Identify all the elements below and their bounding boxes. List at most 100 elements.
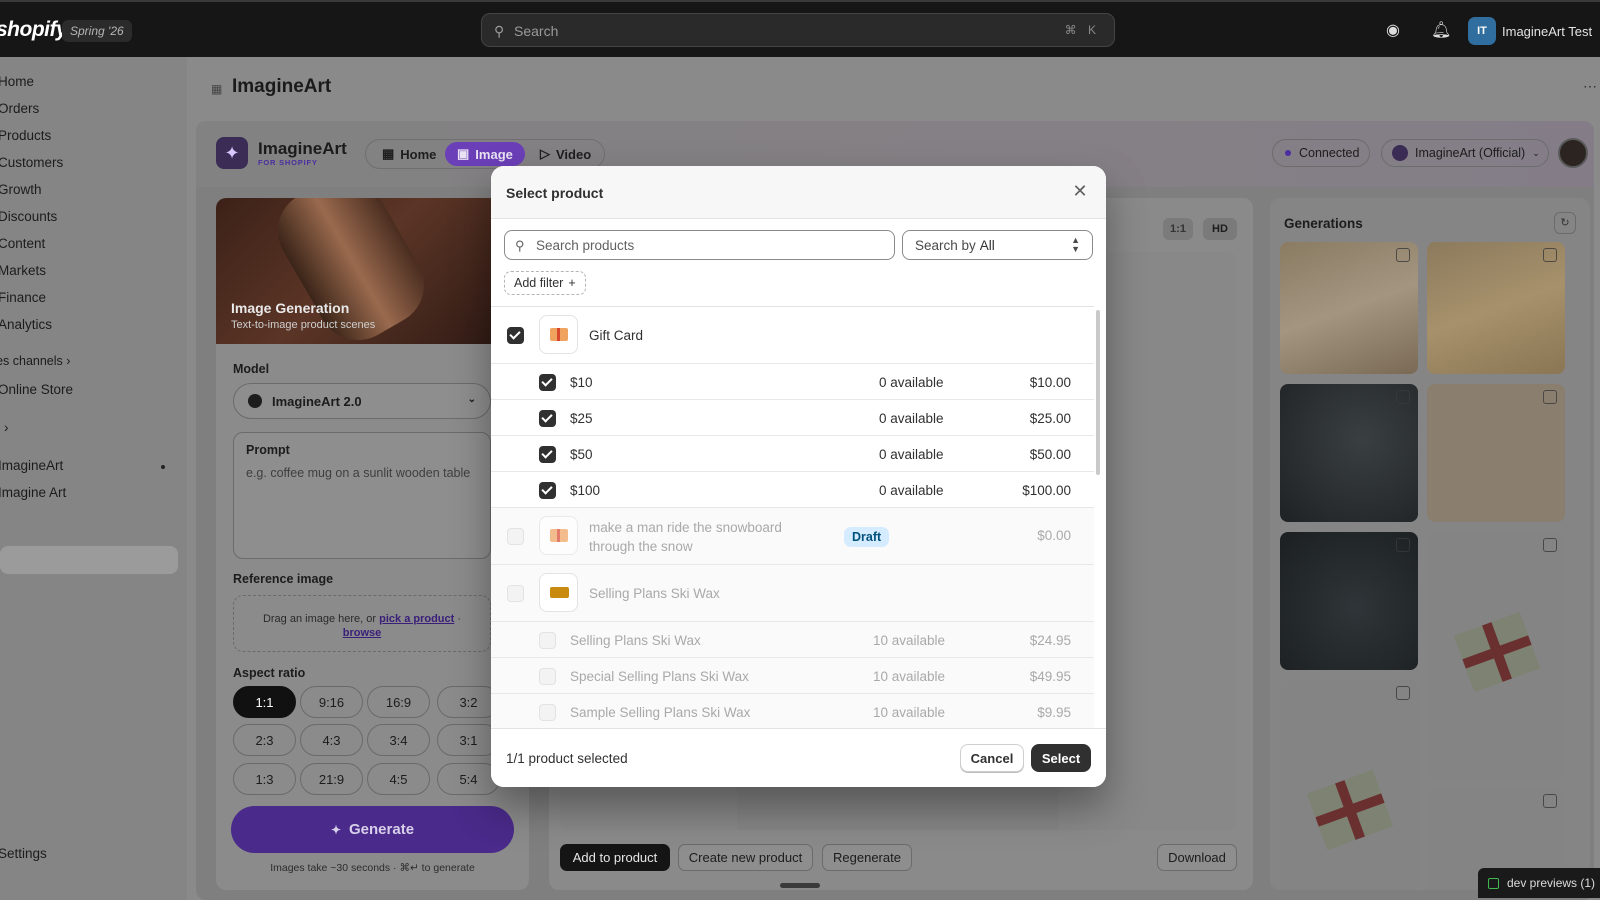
variant-name: $10 xyxy=(570,375,593,390)
selected-count: 1/1 product selected xyxy=(506,751,628,766)
product-row-gift-card[interactable]: Gift Card xyxy=(491,307,1094,364)
aspect-16-9[interactable]: 16:9 xyxy=(367,686,430,718)
variant-price: $24.95 xyxy=(1029,633,1071,648)
search-by-select[interactable]: Search by All ▲ ▼ xyxy=(902,230,1093,260)
more-icon[interactable]: ⋯ xyxy=(1583,78,1597,95)
bell-icon[interactable]: 🔔︎ xyxy=(1431,20,1451,40)
sidebar-item-growth[interactable]: Growth xyxy=(0,182,42,197)
cancel-button[interactable]: Cancel xyxy=(960,744,1024,772)
tab-video[interactable]: ▷ Video xyxy=(528,142,603,166)
sidebar-item-analytics[interactable]: Analytics xyxy=(0,317,52,332)
image-icon xyxy=(1396,538,1410,552)
sidebar-sales-channels[interactable]: Sales channels › xyxy=(0,354,70,368)
generation-thumbnail[interactable] xyxy=(1427,384,1565,522)
generation-thumbnail[interactable] xyxy=(1280,532,1418,670)
select-button[interactable]: Select xyxy=(1031,744,1091,772)
sidebar-item-imagine-art[interactable]: Imagine Art xyxy=(0,485,66,500)
product-thumbnail xyxy=(539,315,578,354)
product-checkbox xyxy=(507,528,524,545)
model-value: ImagineArt 2.0 xyxy=(272,393,362,409)
tab-video-label: Video xyxy=(556,146,592,162)
sidebar-item-customers[interactable]: Customers xyxy=(0,155,63,170)
aspect-label: Aspect ratio xyxy=(233,666,306,680)
aspect-3-4[interactable]: 3:4 xyxy=(367,724,430,756)
modal-title: Select product xyxy=(506,185,604,201)
sidebar-item-home[interactable]: Home xyxy=(0,74,34,89)
tab-home[interactable]: ▦ Home xyxy=(370,142,448,166)
variant-price: $25.00 xyxy=(1029,411,1071,426)
add-to-product-button[interactable]: Add to product xyxy=(560,844,670,871)
aspect-4-5[interactable]: 4:5 xyxy=(367,763,430,795)
brand-subtitle: FOR SHOPIFY xyxy=(258,158,318,167)
sidebar-item-markets[interactable]: Markets xyxy=(0,263,46,278)
variant-row[interactable]: $100 0 available $100.00 xyxy=(491,472,1094,508)
model-select[interactable]: ImagineArt 2.0 ⌄ xyxy=(233,383,491,419)
create-new-product-button[interactable]: Create new product xyxy=(678,844,813,871)
refresh-icon[interactable]: ↻ xyxy=(1554,212,1576,234)
sidebar-item-content[interactable]: Content xyxy=(0,236,45,251)
gift-card-icon xyxy=(550,529,568,542)
shopify-logo[interactable]: shopify xyxy=(0,18,68,42)
list-scrollbar[interactable] xyxy=(1096,310,1100,475)
product-name-line2: through the snow xyxy=(589,539,693,554)
connected-status: Connected xyxy=(1272,139,1370,167)
aspect-4-3[interactable]: 4:3 xyxy=(300,724,363,756)
sidekick-icon[interactable]: ◉ xyxy=(1386,20,1400,40)
close-icon[interactable]: ✕ xyxy=(1070,181,1090,201)
tab-image[interactable]: ▣ Image xyxy=(445,142,525,166)
sidebar-item-settings[interactable]: Settings xyxy=(0,846,47,861)
variant-name: $100 xyxy=(570,483,601,498)
variant-row[interactable]: $50 0 available $50.00 xyxy=(491,436,1094,472)
variant-row: Selling Plans Ski Wax 10 available $24.9… xyxy=(491,622,1094,658)
sidebar-item-discounts[interactable]: Discounts xyxy=(0,209,57,224)
sidebar-apps-chevron[interactable]: › xyxy=(4,420,9,435)
aspect-2-3[interactable]: 2:3 xyxy=(233,724,296,756)
dev-previews-label: dev previews (1) xyxy=(1507,876,1596,890)
variant-row: Sample Selling Plans Ski Wax 10 availabl… xyxy=(491,694,1094,728)
aspect-9-16[interactable]: 9:16 xyxy=(300,686,363,718)
product-price: $0.00 xyxy=(1037,528,1071,543)
product-search-input[interactable]: ⚲ Search products xyxy=(504,230,895,260)
scroll-handle[interactable] xyxy=(780,883,820,888)
generation-thumbnail[interactable] xyxy=(1280,384,1418,522)
global-search[interactable]: ⚲ Search ⌘ K xyxy=(481,13,1115,47)
product-checkbox[interactable] xyxy=(507,327,524,344)
variant-checkbox[interactable] xyxy=(539,482,556,499)
account-switcher[interactable]: ImagineArt (Official) ⌄ xyxy=(1381,139,1549,167)
search-shortcut: ⌘ K xyxy=(1064,23,1100,37)
sidebar-item-orders[interactable]: Orders xyxy=(0,101,39,116)
reference-dropzone[interactable]: Drag an image here, or pick a product · … xyxy=(233,595,491,652)
prompt-field[interactable]: Prompt e.g. coffee mug on a sunlit woode… xyxy=(233,432,491,559)
generate-button[interactable]: ✦ Generate xyxy=(231,806,514,853)
generation-thumbnail[interactable] xyxy=(1280,242,1418,374)
variant-checkbox[interactable] xyxy=(539,446,556,463)
aspect-21-9[interactable]: 21:9 xyxy=(300,763,363,795)
status-badge: Draft xyxy=(844,527,890,547)
sidebar-item-online-store[interactable]: Online Store xyxy=(0,382,73,397)
add-filter-button[interactable]: Add filter + xyxy=(504,271,586,295)
aspect-1-1[interactable]: 1:1 xyxy=(233,686,296,718)
user-avatar[interactable] xyxy=(1558,138,1588,168)
variant-price: $49.95 xyxy=(1029,669,1071,684)
pick-product-link[interactable]: pick a product xyxy=(379,613,454,625)
sidebar-item-finance[interactable]: Finance xyxy=(0,290,46,305)
aspect-1-3[interactable]: 1:3 xyxy=(233,763,296,795)
variant-row[interactable]: $25 0 available $25.00 xyxy=(491,400,1094,436)
sidebar-item-imagineart[interactable]: ImagineArt xyxy=(0,458,63,473)
product-row-snowboard: make a man ride the snowboard through the… xyxy=(491,508,1094,565)
variant-name: Special Selling Plans Ski Wax xyxy=(570,669,749,684)
imagineart-logo-icon: ✦ xyxy=(216,137,248,169)
image-icon xyxy=(1543,390,1557,404)
generation-thumbnail[interactable] xyxy=(1427,242,1565,374)
variant-checkbox[interactable] xyxy=(539,410,556,427)
account-menu[interactable]: IT ImagineArt Test xyxy=(1468,17,1592,45)
variant-checkbox[interactable] xyxy=(539,374,556,391)
variant-row[interactable]: $10 0 available $10.00 xyxy=(491,364,1094,400)
sidebar-item-products[interactable]: Products xyxy=(0,128,51,143)
generation-thumbnail[interactable] xyxy=(1427,532,1565,778)
dev-previews-badge[interactable]: dev previews (1) xyxy=(1478,868,1600,898)
regenerate-button[interactable]: Regenerate xyxy=(822,844,912,871)
browse-link[interactable]: browse xyxy=(343,627,382,639)
generation-thumbnail[interactable] xyxy=(1280,680,1418,890)
download-button[interactable]: Download xyxy=(1157,844,1237,871)
